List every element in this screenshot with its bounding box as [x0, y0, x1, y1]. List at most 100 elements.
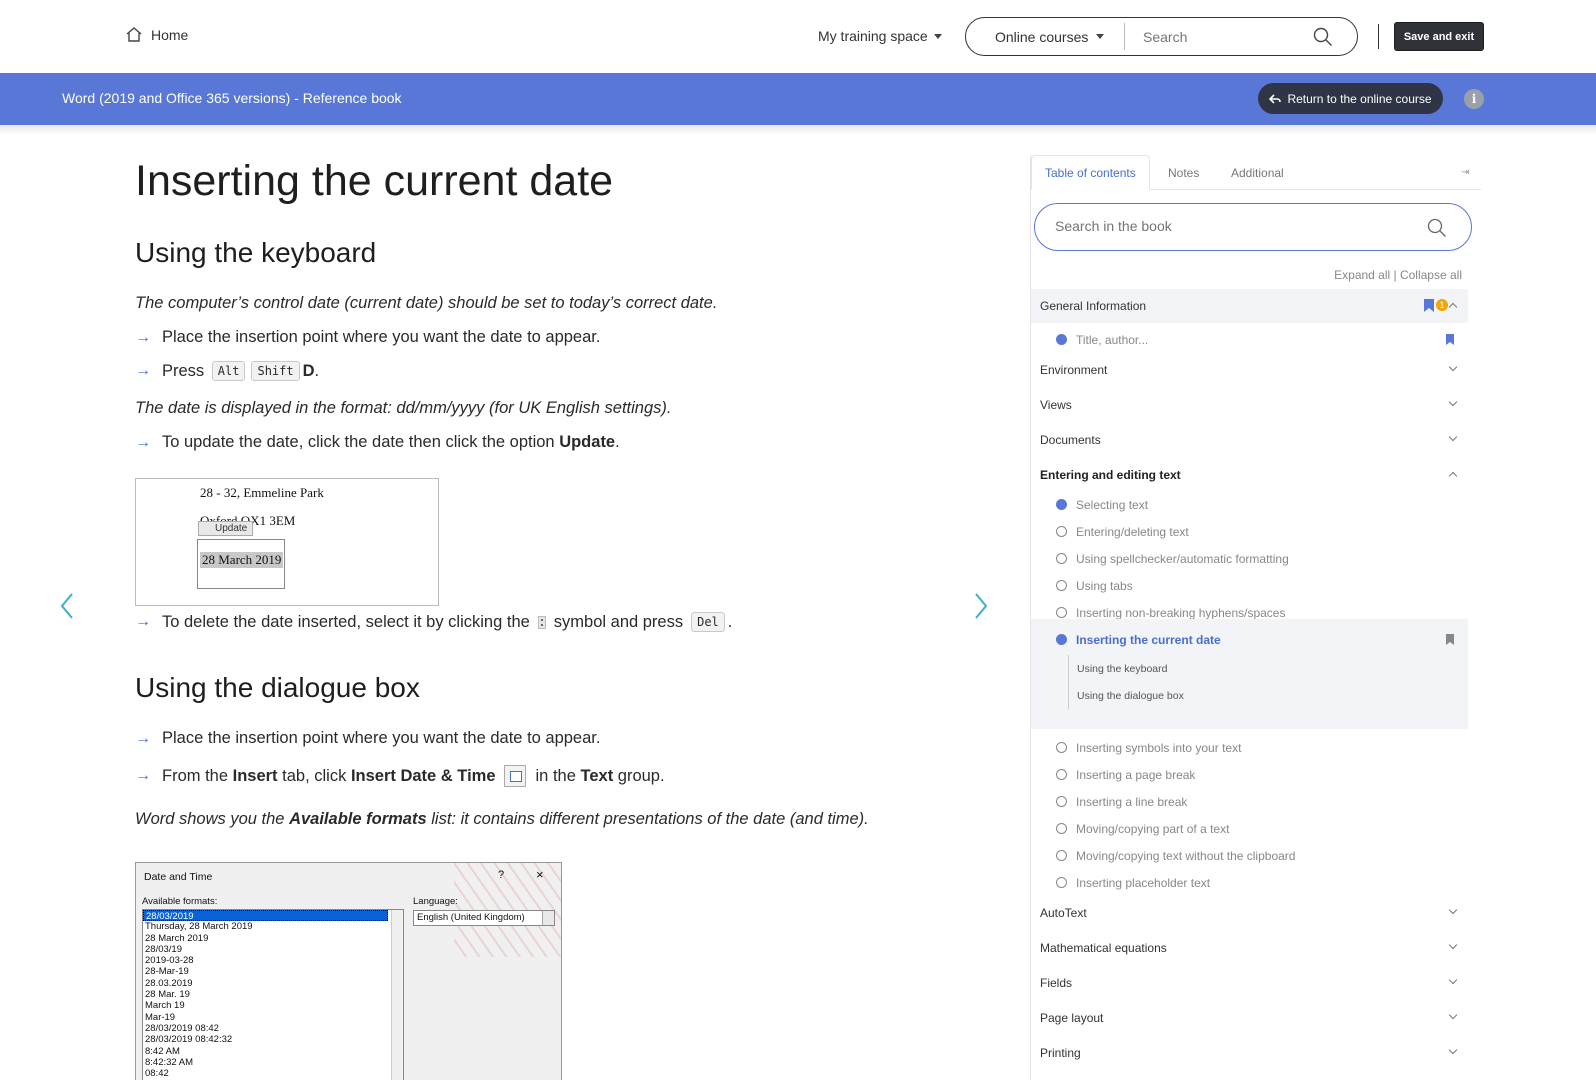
arrow-right-icon: →: [135, 767, 151, 784]
training-space-label: My training space: [818, 28, 928, 44]
toc-item-label: Inserting a line break: [1076, 795, 1188, 809]
book-sidebar: Table of contents Notes Additional ⇥ Exp…: [1030, 155, 1481, 1080]
next-page-arrow-icon[interactable]: [974, 593, 988, 619]
screenshot-address-line: 28 - 32, Emmeline Park: [200, 485, 324, 500]
list-item-text: symbol and press: [553, 612, 684, 631]
chapter-page-layout[interactable]: Page layout: [1031, 1001, 1468, 1035]
tab-notes[interactable]: Notes: [1168, 155, 1199, 190]
key-d: D: [302, 361, 315, 380]
chapter-label: Environment: [1040, 363, 1108, 377]
list-item-text: tab, click: [282, 766, 347, 785]
page-title: Inserting the current date: [135, 157, 614, 205]
arrow-right-icon: →: [135, 328, 151, 346]
toc-item-current[interactable]: Inserting the current date: [1031, 627, 1468, 653]
toc-item-label: Title, author...: [1076, 333, 1149, 347]
language-value: English (United Kingdom): [417, 912, 525, 923]
key-alt: Alt: [211, 361, 246, 381]
chapter-mathematical-equations[interactable]: Mathematical equations: [1031, 931, 1468, 965]
chapter-fields[interactable]: Fields: [1031, 966, 1468, 1000]
date-value: 28 March 2019: [200, 552, 284, 568]
bookmark-icon: [1424, 299, 1434, 312]
chevron-down-icon: [1448, 905, 1458, 915]
book-search-bar: [1034, 203, 1472, 251]
search-icon[interactable]: [1427, 218, 1447, 238]
progress-dot-icon: [1056, 334, 1067, 345]
progress-dot-icon: [1056, 580, 1067, 591]
home-icon: [126, 27, 142, 42]
list-item: March 19: [145, 1000, 185, 1012]
chapter-views[interactable]: Views: [1031, 388, 1468, 422]
toc-item[interactable]: Using tabs: [1031, 573, 1468, 599]
paragraph-text: Word shows you the: [135, 810, 285, 828]
paragraph-text: list: it contains different presentation…: [431, 810, 869, 828]
bookmark-icon[interactable]: [1446, 634, 1454, 645]
list-item-text: To delete the date inserted, select it b…: [162, 612, 530, 631]
progress-dot-icon: [1056, 877, 1067, 888]
home-label: Home: [151, 26, 189, 43]
chapter-label: Views: [1040, 398, 1072, 412]
previous-page-arrow-icon[interactable]: [60, 593, 74, 619]
chapter-entering-editing-text[interactable]: Entering and editing text: [1031, 458, 1468, 492]
progress-dot-icon: [1056, 742, 1067, 753]
return-to-course-button[interactable]: Return to the online course: [1258, 83, 1443, 114]
chapter-printing[interactable]: Printing: [1031, 1036, 1468, 1070]
date-field: 28 March 2019: [197, 539, 285, 589]
chapter-label: Page layout: [1040, 1011, 1104, 1025]
info-icon[interactable]: i: [1464, 89, 1484, 109]
chevron-up-icon: [1448, 471, 1458, 481]
course-search-bar: Online courses: [965, 17, 1358, 56]
toc-item-label: Moving/copying text without the clipboar…: [1076, 849, 1296, 863]
toc-subsection[interactable]: Using the dialogue box: [1068, 682, 1184, 709]
toc-item[interactable]: Inserting placeholder text: [1031, 870, 1468, 896]
search-icon[interactable]: [1313, 27, 1333, 47]
chapter-autotext[interactable]: AutoText: [1031, 896, 1468, 930]
toc-item[interactable]: Inserting symbols into your text: [1031, 735, 1468, 761]
chapter-general-information[interactable]: General Information 1: [1031, 289, 1468, 323]
chapter-label: Entering and editing text: [1040, 468, 1181, 482]
chapter-label: Documents: [1040, 433, 1101, 447]
list-item: 28 Mar. 19: [145, 989, 190, 1001]
list-item-text: in the: [535, 766, 576, 785]
home-link[interactable]: Home: [125, 26, 188, 43]
nav-divider: [1378, 24, 1379, 49]
toc-item-label: Using tabs: [1076, 579, 1133, 593]
toc-item[interactable]: Entering/deleting text: [1031, 519, 1468, 545]
chevron-down-icon: [1448, 362, 1458, 372]
toc-item[interactable]: Inserting a line break: [1031, 789, 1468, 815]
toc-item[interactable]: Moving/copying text without the clipboar…: [1031, 843, 1468, 869]
list-item: 8:42 AM: [145, 1045, 180, 1057]
chapter-documents[interactable]: Documents: [1031, 423, 1468, 457]
training-space-menu[interactable]: My training space: [818, 28, 942, 44]
tab-additional[interactable]: Additional: [1231, 155, 1284, 190]
toc-item[interactable]: Selecting text: [1031, 492, 1468, 518]
toc-item[interactable]: Using spellchecker/automatic formatting: [1031, 546, 1468, 572]
bookmark-icon[interactable]: [1446, 334, 1454, 345]
formats-list: 28/03/2019 Thursday, 28 March 2019 28 Ma…: [142, 909, 404, 1080]
toc-item-label: Entering/deleting text: [1076, 525, 1189, 539]
expand-collapse-all[interactable]: Expand all | Collapse all: [1334, 268, 1462, 282]
toc-item-label: Moving/copying part of a text: [1076, 822, 1230, 836]
date-time-dialog-screenshot: Date and Time ? × Available formats: Lan…: [135, 862, 562, 1080]
list-item-text: To update the date, click the date then …: [162, 433, 555, 451]
list-item: → Place the insertion point where you wa…: [135, 328, 600, 347]
return-label: Return to the online course: [1287, 91, 1432, 106]
list-item-text: From the: [162, 766, 229, 785]
toc-subsection[interactable]: Using the keyboard: [1068, 655, 1167, 682]
chapter-label: Fields: [1040, 976, 1073, 990]
update-screenshot: 28 - 32, Emmeline Park Oxford OX1 3EM Up…: [135, 478, 439, 606]
toc-item[interactable]: Inserting a page break: [1031, 762, 1468, 788]
chevron-down-icon: [1448, 1010, 1458, 1020]
toc-item[interactable]: Moving/copying part of a text: [1031, 816, 1468, 842]
chevron-down-icon: [1448, 397, 1458, 407]
chevron-down-icon: [1448, 1045, 1458, 1055]
toc-item-label: Selecting text: [1076, 498, 1149, 512]
collapse-sidebar-icon[interactable]: ⇥: [1461, 167, 1469, 178]
save-and-exit-button[interactable]: Save and exit: [1394, 22, 1484, 51]
online-courses-dropdown[interactable]: Online courses: [966, 23, 1125, 50]
chapter-environment[interactable]: Environment: [1031, 353, 1468, 387]
toc-item[interactable]: Title, author...: [1031, 327, 1468, 353]
chevron-down-icon: [1448, 940, 1458, 950]
book-search-input[interactable]: [1055, 218, 1415, 234]
tab-table-of-contents[interactable]: Table of contents: [1031, 155, 1150, 190]
list-item: → Place the insertion point where you wa…: [135, 729, 600, 748]
